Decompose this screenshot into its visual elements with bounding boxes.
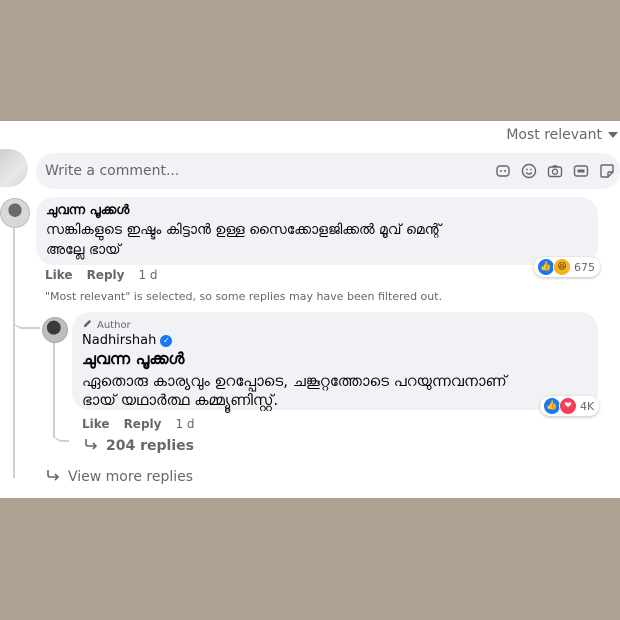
reply-reactions-count: 4K	[580, 399, 595, 413]
view-more-replies-label: View more replies	[68, 469, 194, 485]
replies-count-label: 204 replies	[106, 438, 194, 454]
reply-thread-line	[53, 343, 55, 438]
reply-text-line2: ഭായ് യഥാർത്ഥ കമ്മ്യൂണിസ്റ്റ്.	[82, 391, 279, 409]
reply-button[interactable]: Reply	[87, 268, 125, 282]
reply-actions: Like Reply 1 d	[82, 417, 195, 431]
comment-time[interactable]: 1 d	[138, 268, 157, 282]
comment-author[interactable]: ചുവന്ന പൂക്കൾ	[46, 203, 129, 218]
comment-bubble: ചുവന്ന പൂക്കൾ സങ്കികളുടെ ഇഷ്ടം കിട്ടാൻ ഉ…	[36, 197, 600, 277]
view-replies-link[interactable]: 204 replies	[84, 438, 194, 454]
reply-bubble: Author Nadhirshah ✓ ചുവന്ന പൂക്കൾ ഏതൊരു …	[72, 312, 600, 416]
comment-text-line2: അല്ലേ ഭായ്	[46, 242, 121, 258]
comments-panel: Most relevant Write a comment... ചുവന്ന …	[0, 121, 620, 498]
comment-composer[interactable]: Write a comment...	[36, 153, 620, 189]
gif-icon[interactable]	[572, 162, 590, 180]
haha-reaction-icon: 😆	[553, 258, 571, 276]
reactions-count: 675	[574, 260, 595, 274]
reply-reply-button[interactable]: Reply	[124, 417, 162, 431]
thread-line	[13, 228, 15, 478]
reactions-summary[interactable]: 👍 😆 675	[534, 257, 600, 277]
reply-author[interactable]: Nadhirshah	[82, 333, 156, 348]
view-more-replies-link[interactable]: View more replies	[46, 469, 193, 485]
comment-input[interactable]: Write a comment...	[45, 163, 494, 179]
pencil-icon	[82, 318, 93, 332]
sort-dropdown[interactable]: Most relevant	[506, 127, 620, 143]
reply-text-line1: ഏതൊരു കാര്യവും ഉറപ്പോടെ, ചങ്കൂറ്റത്തോടെ …	[82, 372, 507, 390]
camera-icon[interactable]	[546, 162, 564, 180]
sort-label: Most relevant	[506, 127, 602, 143]
reply-reactions-summary[interactable]: 👍 ❤ 4K	[540, 396, 600, 416]
reply-time[interactable]: 1 d	[175, 417, 194, 431]
composer-toolbar	[494, 162, 616, 180]
avatar[interactable]	[0, 198, 30, 228]
reply-author-row: Nadhirshah ✓	[82, 333, 173, 348]
sticker-icon[interactable]	[598, 162, 616, 180]
like-button[interactable]: Like	[45, 268, 73, 282]
reply-connector	[13, 299, 40, 329]
author-badge: Author	[82, 318, 131, 332]
avatar-sticker-icon[interactable]	[494, 162, 512, 180]
replies-connector	[53, 426, 69, 442]
love-reaction-icon: ❤	[559, 397, 577, 415]
reply-mention[interactable]: ചുവന്ന പൂക്കൾ	[82, 349, 184, 369]
reply-arrow-icon	[84, 438, 98, 454]
emoji-icon[interactable]	[520, 162, 538, 180]
author-badge-label: Author	[97, 319, 131, 331]
current-user-avatar	[0, 149, 28, 187]
chevron-down-icon	[608, 132, 618, 138]
reply-avatar[interactable]	[42, 317, 68, 343]
verified-badge-icon: ✓	[160, 334, 173, 347]
reply-arrow-icon	[46, 469, 60, 485]
comment-text-line1: സങ്കികളുടെ ഇഷ്ടം കിട്ടാൻ ഉള്ള സൈക്കോളജിക…	[46, 222, 442, 238]
comment-actions: Like Reply 1 d	[45, 268, 158, 282]
reply-like-button[interactable]: Like	[82, 417, 110, 431]
filter-notice: "Most relevant" is selected, so some rep…	[45, 290, 443, 303]
